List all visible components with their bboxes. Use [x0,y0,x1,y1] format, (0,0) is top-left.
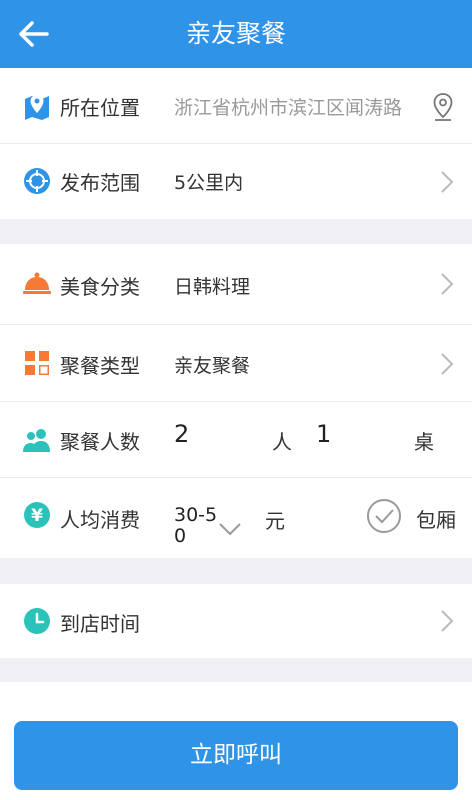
cuisine-label: 美食分类 [60,275,140,299]
map-pin-icon [22,91,52,121]
bottom-action-bar: 立即呼叫 [0,707,472,800]
check-circle-icon[interactable] [366,498,402,534]
chevron-right-icon [441,171,454,193]
arrival-time-label: 到店时间 [60,612,140,636]
chevron-right-icon [441,610,454,632]
per-person-label: 人均消费 [60,508,140,532]
people-label: 聚餐人数 [60,430,140,454]
grid-icon [22,348,52,378]
people-row: 聚餐人数 2 人 1 桌 [0,402,472,478]
people-count-unit: 人 [272,430,292,454]
per-person-row: ¥ 人均消费 30-50 元 包厢 [0,478,472,558]
range-label: 发布范围 [60,171,140,195]
svg-text:¥: ¥ [31,506,43,526]
per-person-unit: 元 [265,509,285,533]
people-count-input[interactable]: 2 [174,420,189,448]
range-row[interactable]: 发布范围 5公里内 [0,144,472,219]
cuisine-value: 日韩料理 [174,276,251,298]
food-cloche-icon [22,268,52,298]
people-icon [22,425,52,455]
app-header: 亲友聚餐 [0,0,472,68]
cuisine-row[interactable]: 美食分类 日韩料理 [0,244,472,325]
location-value: 浙江省杭州市滨江区闻涛路 [174,97,403,119]
call-now-button[interactable]: 立即呼叫 [14,721,458,790]
per-person-select[interactable]: 30-50 [174,505,218,547]
range-value: 5公里内 [174,172,244,194]
yen-icon: ¥ [22,500,52,530]
arrival-time-row[interactable]: 到店时间 [0,584,472,658]
chevron-down-icon[interactable] [218,522,242,536]
next-section [0,682,472,707]
chevron-right-icon [441,273,454,295]
meal-type-value: 亲友聚餐 [174,355,251,377]
clock-icon [22,606,52,636]
arrival-section: 到店时间 [0,584,472,658]
meal-type-row[interactable]: 聚餐类型 亲友聚餐 [0,325,472,402]
location-pin-icon [433,93,453,121]
private-room-label: 包厢 [416,508,456,532]
chevron-right-icon [441,353,454,375]
location-section: 所在位置 浙江省杭州市滨江区闻涛路 发布范围 5公里内 [0,68,472,219]
meal-type-label: 聚餐类型 [60,354,140,378]
table-count-input[interactable]: 1 [316,420,331,448]
location-picker-button[interactable] [432,92,454,122]
table-count-unit: 桌 [414,430,434,454]
crosshair-icon [22,166,52,196]
location-label: 所在位置 [60,96,140,120]
location-row[interactable]: 所在位置 浙江省杭州市滨江区闻涛路 [0,68,472,144]
page-title: 亲友聚餐 [185,19,286,48]
meal-details-section: 美食分类 日韩料理 聚餐类型 亲友聚餐 聚餐人数 2 人 1 桌 ¥ 人均消费 … [0,244,472,558]
